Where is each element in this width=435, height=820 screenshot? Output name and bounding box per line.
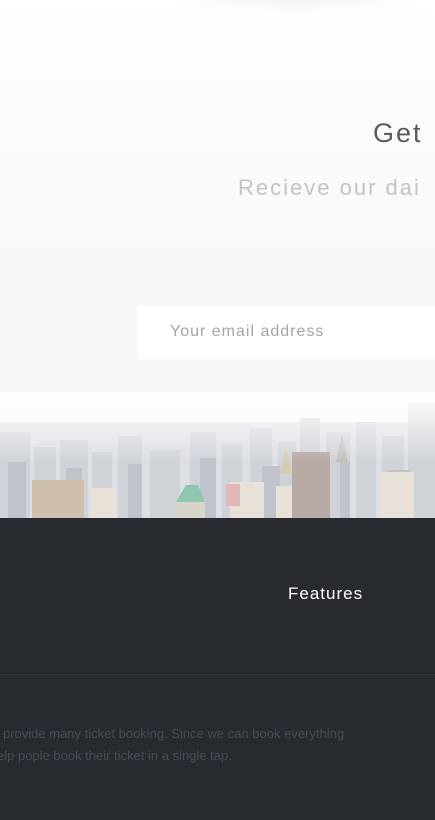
hero-section: Get Recieve our dai [0, 0, 435, 518]
footer-description-line-1: provide many ticket booking. Since we ca… [3, 726, 345, 741]
divider [0, 674, 435, 675]
footer-description-line-2: elp pople book their ticket in a single … [0, 748, 232, 763]
email-field-container [137, 306, 435, 359]
footer-section: Features provide many ticket booking. Si… [0, 518, 435, 820]
hero-subtitle: Recieve our dai [238, 175, 421, 200]
features-link[interactable]: Features [288, 584, 363, 604]
skyline-fade [0, 392, 435, 462]
hero-title: Get [373, 118, 423, 148]
email-input[interactable] [170, 319, 435, 345]
